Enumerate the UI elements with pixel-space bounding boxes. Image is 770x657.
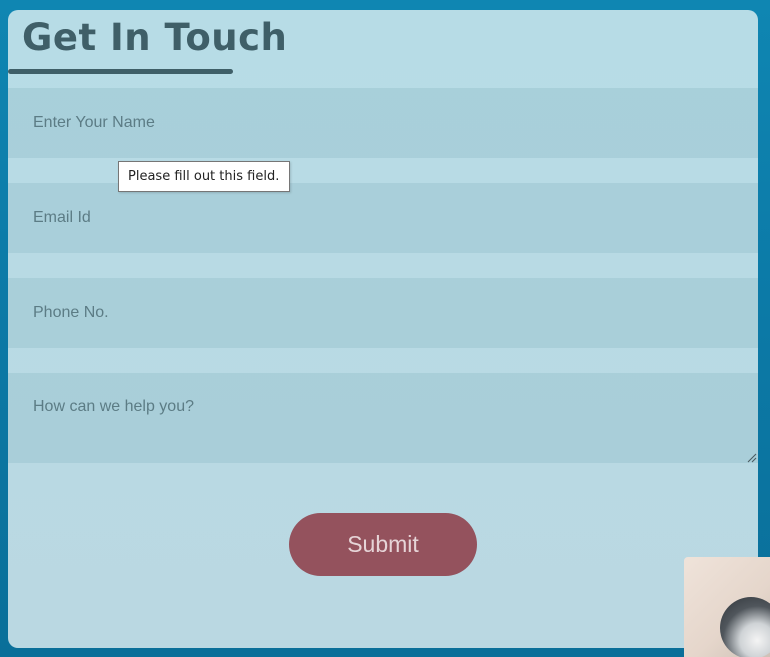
validation-tooltip: Please fill out this field. <box>118 161 290 192</box>
message-textarea[interactable] <box>8 373 758 463</box>
title-underline <box>8 69 233 74</box>
email-input[interactable] <box>8 183 758 253</box>
corner-photo <box>684 557 770 657</box>
form-title: Get In Touch <box>22 16 288 59</box>
submit-button[interactable]: Submit <box>289 513 477 576</box>
phone-input[interactable] <box>8 278 758 348</box>
corner-photo-object <box>720 597 770 657</box>
resize-grip-icon[interactable] <box>747 453 757 463</box>
contact-form-card: Get In Touch Submit <box>8 10 758 648</box>
name-input[interactable] <box>8 88 758 158</box>
